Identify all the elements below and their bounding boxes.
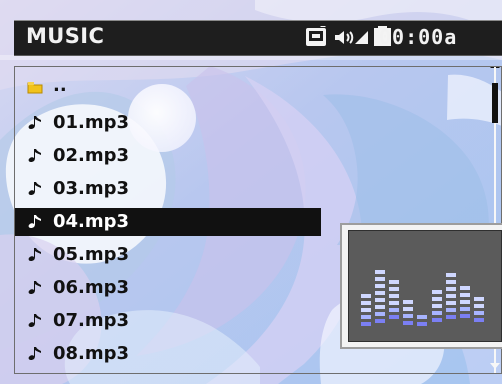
file-item-07[interactable]: 07.mp3 — [15, 307, 321, 335]
file-label: 04.mp3 — [53, 211, 130, 232]
file-item-01[interactable]: 01.mp3 — [15, 109, 321, 137]
file-label: 02.mp3 — [53, 145, 130, 166]
file-item-08[interactable]: 08.mp3 — [15, 340, 321, 368]
folder-up-item[interactable]: .. — [15, 72, 321, 100]
music-note-icon — [28, 281, 41, 294]
clock-display: 00:00a — [379, 25, 458, 49]
file-browser[interactable]: .. 01.mp3 02.mp3 03.mp3 04.mp3 05.mp3 06… — [14, 66, 502, 374]
status-bar: MUSIC 00:00a — [14, 20, 502, 56]
equalizer-preview-screen — [348, 230, 502, 342]
music-note-icon — [28, 347, 41, 360]
file-label: 07.mp3 — [53, 310, 130, 331]
music-note-icon — [28, 182, 41, 195]
file-label: 01.mp3 — [53, 112, 130, 133]
music-player-screen: MUSIC 00:00a .. 01.mp3 02.mp3 03.mp3 04.… — [0, 0, 502, 384]
file-item-03[interactable]: 03.mp3 — [15, 175, 321, 203]
signal-icon — [355, 31, 368, 44]
file-label: 05.mp3 — [53, 244, 130, 265]
equalizer-preview — [340, 223, 502, 349]
file-label: 08.mp3 — [53, 343, 130, 364]
file-label: .. — [53, 75, 67, 96]
folder-icon — [27, 82, 43, 94]
file-item-02[interactable]: 02.mp3 — [15, 142, 321, 170]
page-title: MUSIC — [26, 24, 105, 48]
scroll-down-arrow-icon[interactable] — [490, 363, 500, 369]
music-note-icon — [28, 314, 41, 327]
file-item-06[interactable]: 06.mp3 — [15, 274, 321, 302]
file-label: 03.mp3 — [53, 178, 130, 199]
equalizer-icon — [361, 270, 484, 326]
music-note-icon — [28, 149, 41, 162]
volume-icon — [335, 31, 354, 44]
file-label: 06.mp3 — [53, 277, 130, 298]
media-card-icon — [306, 26, 326, 46]
music-note-icon — [28, 248, 41, 261]
music-note-icon — [28, 215, 41, 228]
file-item-05[interactable]: 05.mp3 — [15, 241, 321, 269]
music-note-icon — [28, 116, 41, 129]
file-item-04-selected[interactable]: 04.mp3 — [15, 208, 321, 236]
scroll-thumb[interactable] — [492, 83, 498, 123]
